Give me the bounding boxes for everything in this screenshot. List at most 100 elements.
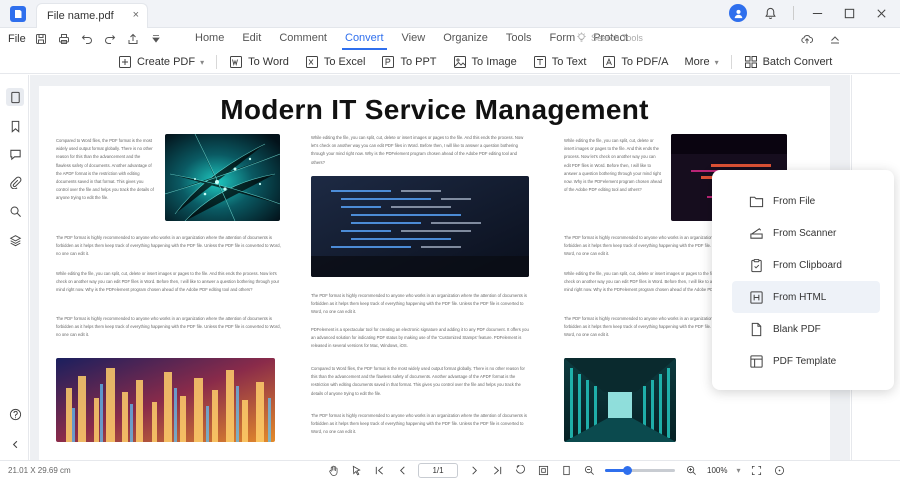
next-page-icon[interactable] <box>467 464 481 478</box>
single-page-view-icon[interactable] <box>559 464 573 478</box>
to-pdfa-button[interactable]: To PDF/A <box>594 53 676 71</box>
bookmark-icon[interactable] <box>6 117 24 135</box>
template-icon <box>748 353 764 369</box>
to-word-label: To Word <box>248 56 289 68</box>
paragraph: Compared to Word files, the PDF format i… <box>311 366 525 396</box>
from-html-option[interactable]: From HTML <box>732 281 880 313</box>
document-title: Modern IT Service Management <box>220 94 649 125</box>
comment-icon[interactable] <box>6 145 24 163</box>
word-icon <box>230 56 243 68</box>
tab-organize[interactable]: Organize <box>434 32 497 50</box>
create-pdf-button[interactable]: Create PDF ▾ <box>110 53 212 71</box>
tab-tools[interactable]: Tools <box>497 32 541 50</box>
collapse-ribbon-icon[interactable] <box>828 32 842 46</box>
menu-tabs: Home Edit Comment Convert View Organize … <box>186 32 637 50</box>
folder-icon <box>748 193 764 209</box>
file-menu[interactable]: File <box>8 33 26 45</box>
titlebar-separator <box>793 6 794 20</box>
from-file-option[interactable]: From File <box>732 185 880 217</box>
from-html-label: From HTML <box>773 291 827 303</box>
thumbnails-icon[interactable] <box>6 88 24 106</box>
help-icon[interactable] <box>6 405 24 423</box>
tab-home[interactable]: Home <box>186 32 233 50</box>
document-tab-label: File name.pdf <box>47 10 114 22</box>
blank-pdf-option[interactable]: Blank PDF <box>732 313 880 345</box>
last-page-icon[interactable] <box>490 464 504 478</box>
fit-page-icon[interactable] <box>536 464 550 478</box>
document-tab[interactable]: File name.pdf × <box>36 3 148 28</box>
attachment-icon[interactable] <box>6 173 24 191</box>
powerpoint-icon <box>382 56 395 68</box>
code-screen-image <box>311 176 529 277</box>
from-clipboard-option[interactable]: From Clipboard <box>732 249 880 281</box>
notification-bell-icon[interactable] <box>761 4 779 22</box>
fullscreen-icon[interactable] <box>749 464 763 478</box>
maximize-icon[interactable] <box>840 4 858 22</box>
app-logo-icon[interactable] <box>10 6 26 22</box>
more-button[interactable]: More ▾ <box>677 53 727 71</box>
tab-comment[interactable]: Comment <box>270 32 336 50</box>
lightbulb-icon <box>577 32 586 42</box>
html-icon <box>748 289 764 305</box>
share-icon[interactable] <box>126 32 140 46</box>
left-sidebar <box>0 75 29 460</box>
from-scanner-option[interactable]: From Scanner <box>732 217 880 249</box>
blank-page-icon <box>748 321 764 337</box>
rotate-icon[interactable] <box>513 464 527 478</box>
paragraph: While editing the file, you can split, c… <box>56 271 280 293</box>
search-tools[interactable]: Search Tools <box>576 32 643 43</box>
page-number-input[interactable]: 1/1 <box>418 463 458 478</box>
create-pdf-dropdown: From File From Scanner From Clipboard Fr… <box>712 170 894 390</box>
paragraph: While editing the file, you can split, c… <box>311 135 524 165</box>
title-bar: File name.pdf × <box>0 0 900 28</box>
fiber-optic-image <box>165 134 280 221</box>
to-text-label: To Text <box>551 56 587 68</box>
create-pdf-icon <box>119 56 131 68</box>
undo-icon[interactable] <box>80 32 94 46</box>
chevron-down-icon[interactable]: ▾ <box>736 466 740 475</box>
save-icon[interactable] <box>34 32 48 46</box>
close-window-icon[interactable] <box>872 4 890 22</box>
to-text-button[interactable]: To Text <box>525 53 595 71</box>
first-page-icon[interactable] <box>372 464 386 478</box>
tab-convert[interactable]: Convert <box>336 32 393 50</box>
ribbon-separator <box>216 55 218 69</box>
hand-tool-icon[interactable] <box>326 464 340 478</box>
previous-page-icon[interactable] <box>395 464 409 478</box>
to-excel-button[interactable]: To Excel <box>297 53 374 71</box>
paragraph: The PDF format is highly recommended to … <box>311 293 528 315</box>
to-word-button[interactable]: To Word <box>221 53 297 71</box>
to-image-button[interactable]: To Image <box>445 53 525 71</box>
to-ppt-label: To PPT <box>400 56 437 68</box>
zoom-in-icon[interactable] <box>684 464 698 478</box>
paragraph: While editing the file, you can split, c… <box>564 138 662 193</box>
zoom-slider[interactable] <box>605 466 675 475</box>
tab-view[interactable]: View <box>393 32 435 50</box>
user-avatar-icon[interactable] <box>729 4 747 22</box>
close-tab-icon[interactable]: × <box>133 9 139 21</box>
print-icon[interactable] <box>57 32 71 46</box>
zoom-out-icon[interactable] <box>582 464 596 478</box>
cloud-upload-icon[interactable] <box>800 32 814 46</box>
batch-convert-button[interactable]: Batch Convert <box>736 53 841 71</box>
zoom-level[interactable]: 100% <box>707 466 727 475</box>
minimize-icon[interactable] <box>808 4 826 22</box>
select-cursor-icon[interactable] <box>349 464 363 478</box>
search-tools-placeholder: Search Tools <box>591 32 643 43</box>
status-bar: 21.01 X 29.69 cm 1/1 100% ▾ <box>0 460 900 480</box>
paragraph: The PDF format is highly recommended to … <box>56 235 281 257</box>
collapse-sidebar-icon[interactable] <box>6 435 24 453</box>
batch-convert-label: Batch Convert <box>762 56 833 68</box>
more-options-icon[interactable] <box>772 464 786 478</box>
text-file-icon <box>533 56 546 68</box>
tab-edit[interactable]: Edit <box>233 32 270 50</box>
zoom-slider-handle[interactable] <box>623 466 633 475</box>
layers-icon[interactable] <box>6 231 24 249</box>
customize-dropdown-icon[interactable] <box>149 32 163 46</box>
to-ppt-button[interactable]: To PPT <box>373 53 444 71</box>
chevron-down-icon: ▾ <box>200 57 205 67</box>
pdf-template-option[interactable]: PDF Template <box>732 345 880 377</box>
redo-icon[interactable] <box>103 32 117 46</box>
to-excel-label: To Excel <box>323 56 366 68</box>
search-icon[interactable] <box>6 202 24 220</box>
